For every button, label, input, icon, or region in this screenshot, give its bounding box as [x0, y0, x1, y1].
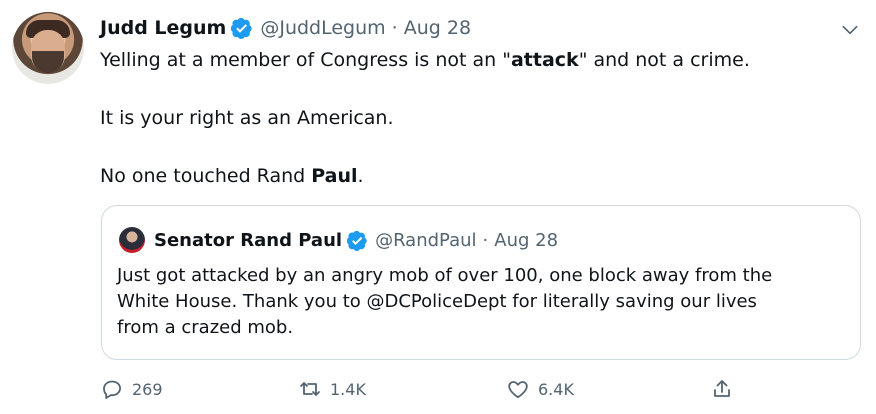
tweet-line-3-text-a: No one touched Rand: [100, 165, 312, 187]
retweet-button[interactable]: 1.4K: [298, 372, 366, 406]
tweet-line-3-bold: Paul: [311, 165, 358, 187]
reply-icon: [103, 380, 121, 399]
quoted-author-name[interactable]: Senator Rand Paul: [154, 230, 342, 251]
like-count: 6.4K: [538, 379, 574, 399]
quoted-line-1: Just got attacked by an angry mob of ove…: [117, 265, 773, 286]
header-separator: ·: [391, 17, 398, 39]
verified-badge-icon: [347, 230, 367, 251]
tweet-actions: 269 1.4K 6.4K: [100, 372, 750, 406]
tweet-line-3: No one touched Rand Paul.: [100, 164, 840, 189]
avatar-beard: [32, 51, 64, 73]
quoted-header-separator: ·: [482, 229, 489, 251]
heart-icon: [508, 381, 528, 399]
quoted-tweet-text: Just got attacked by an angry mob of ove…: [117, 263, 847, 341]
tweet-header: Judd Legum @JuddLegum · Aug 28: [100, 14, 471, 42]
retweet-count: 1.4K: [330, 379, 366, 399]
retweet-icon: [300, 382, 320, 396]
share-icon: [714, 380, 730, 397]
tweet-line-1: Yelling at a member of Congress is not a…: [100, 48, 840, 73]
tweet-line-1-text-a: Yelling at a member of Congress is not a…: [100, 49, 511, 71]
tweet-line-2: It is your right as an American.: [100, 107, 394, 129]
tweet-line-3-text-b: .: [357, 165, 364, 187]
quoted-author-avatar[interactable]: [119, 227, 145, 253]
author-avatar[interactable]: [12, 12, 84, 84]
quoted-line-2: White House. Thank you to @DCPoliceDept …: [117, 291, 757, 312]
verified-badge-icon: [231, 17, 252, 39]
quoted-author-handle[interactable]: @RandPaul: [375, 230, 476, 251]
quoted-tweet-date[interactable]: Aug 28: [494, 230, 558, 251]
quoted-tweet-header: Senator Rand Paul @RandPaul · Aug 28: [119, 226, 558, 254]
tweet-line-1-bold: attack: [510, 49, 579, 71]
like-button[interactable]: 6.4K: [506, 372, 574, 406]
tweet-line-1-text-b: " and not a crime.: [578, 49, 750, 71]
author-name[interactable]: Judd Legum: [100, 17, 226, 39]
share-button[interactable]: [710, 372, 734, 406]
quoted-line-3: from a crazed mob.: [117, 317, 294, 338]
reply-button[interactable]: 269: [100, 372, 163, 406]
tweet-text: Yelling at a member of Congress is not a…: [100, 48, 840, 189]
quoted-tweet-card[interactable]: Senator Rand Paul @RandPaul · Aug 28 Jus…: [101, 205, 861, 360]
author-handle[interactable]: @JuddLegum: [260, 17, 385, 39]
chevron-down-icon[interactable]: [840, 20, 860, 40]
reply-count: 269: [132, 379, 163, 399]
tweet-date[interactable]: Aug 28: [404, 17, 471, 39]
